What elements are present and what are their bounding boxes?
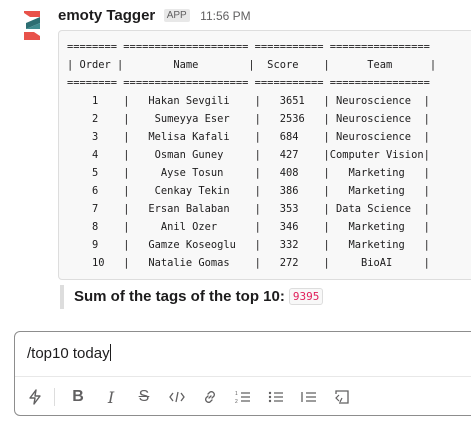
toolbar-separator [54, 388, 55, 406]
summary-quote: Sum of the tags of the top 10: 9395 [60, 285, 324, 309]
link-icon[interactable] [200, 387, 220, 407]
app-avatar[interactable] [18, 8, 46, 44]
message-composer[interactable]: /top10 today B I S 12 [14, 331, 471, 416]
leaderboard-table-text: ======== ==================== ==========… [67, 41, 437, 269]
shortcuts-icon[interactable] [25, 387, 45, 407]
text-cursor [109, 344, 111, 361]
bold-icon[interactable]: B [68, 387, 88, 407]
ordered-list-icon[interactable]: 12 [233, 387, 253, 407]
code-icon[interactable] [167, 387, 187, 407]
code-block-icon[interactable] [332, 387, 352, 407]
message-input[interactable]: /top10 today [27, 342, 111, 366]
emoty-tagger-logo-icon [24, 11, 40, 40]
strikethrough-icon[interactable]: S [134, 387, 154, 407]
message-input-text: /top10 today [27, 345, 110, 362]
italic-icon[interactable]: I [101, 387, 121, 407]
app-badge: APP [163, 9, 190, 22]
formatting-toolbar: B I S 12 [25, 384, 365, 410]
summary-label: Sum of the tags of the top 10: [74, 288, 285, 305]
svg-text:1: 1 [235, 391, 238, 397]
bulleted-list-icon[interactable] [266, 387, 286, 407]
timestamp[interactable]: 11:56 PM [200, 9, 250, 23]
svg-text:2: 2 [235, 399, 238, 405]
blockquote-icon[interactable] [299, 387, 319, 407]
summary-value: 9395 [288, 288, 324, 305]
leaderboard-code-block: ======== ==================== ==========… [58, 30, 471, 280]
app-name[interactable]: emoty Tagger [58, 7, 155, 24]
toolbar-divider [15, 376, 471, 377]
message-header: emoty Tagger APP 11:56 PM [58, 7, 251, 25]
